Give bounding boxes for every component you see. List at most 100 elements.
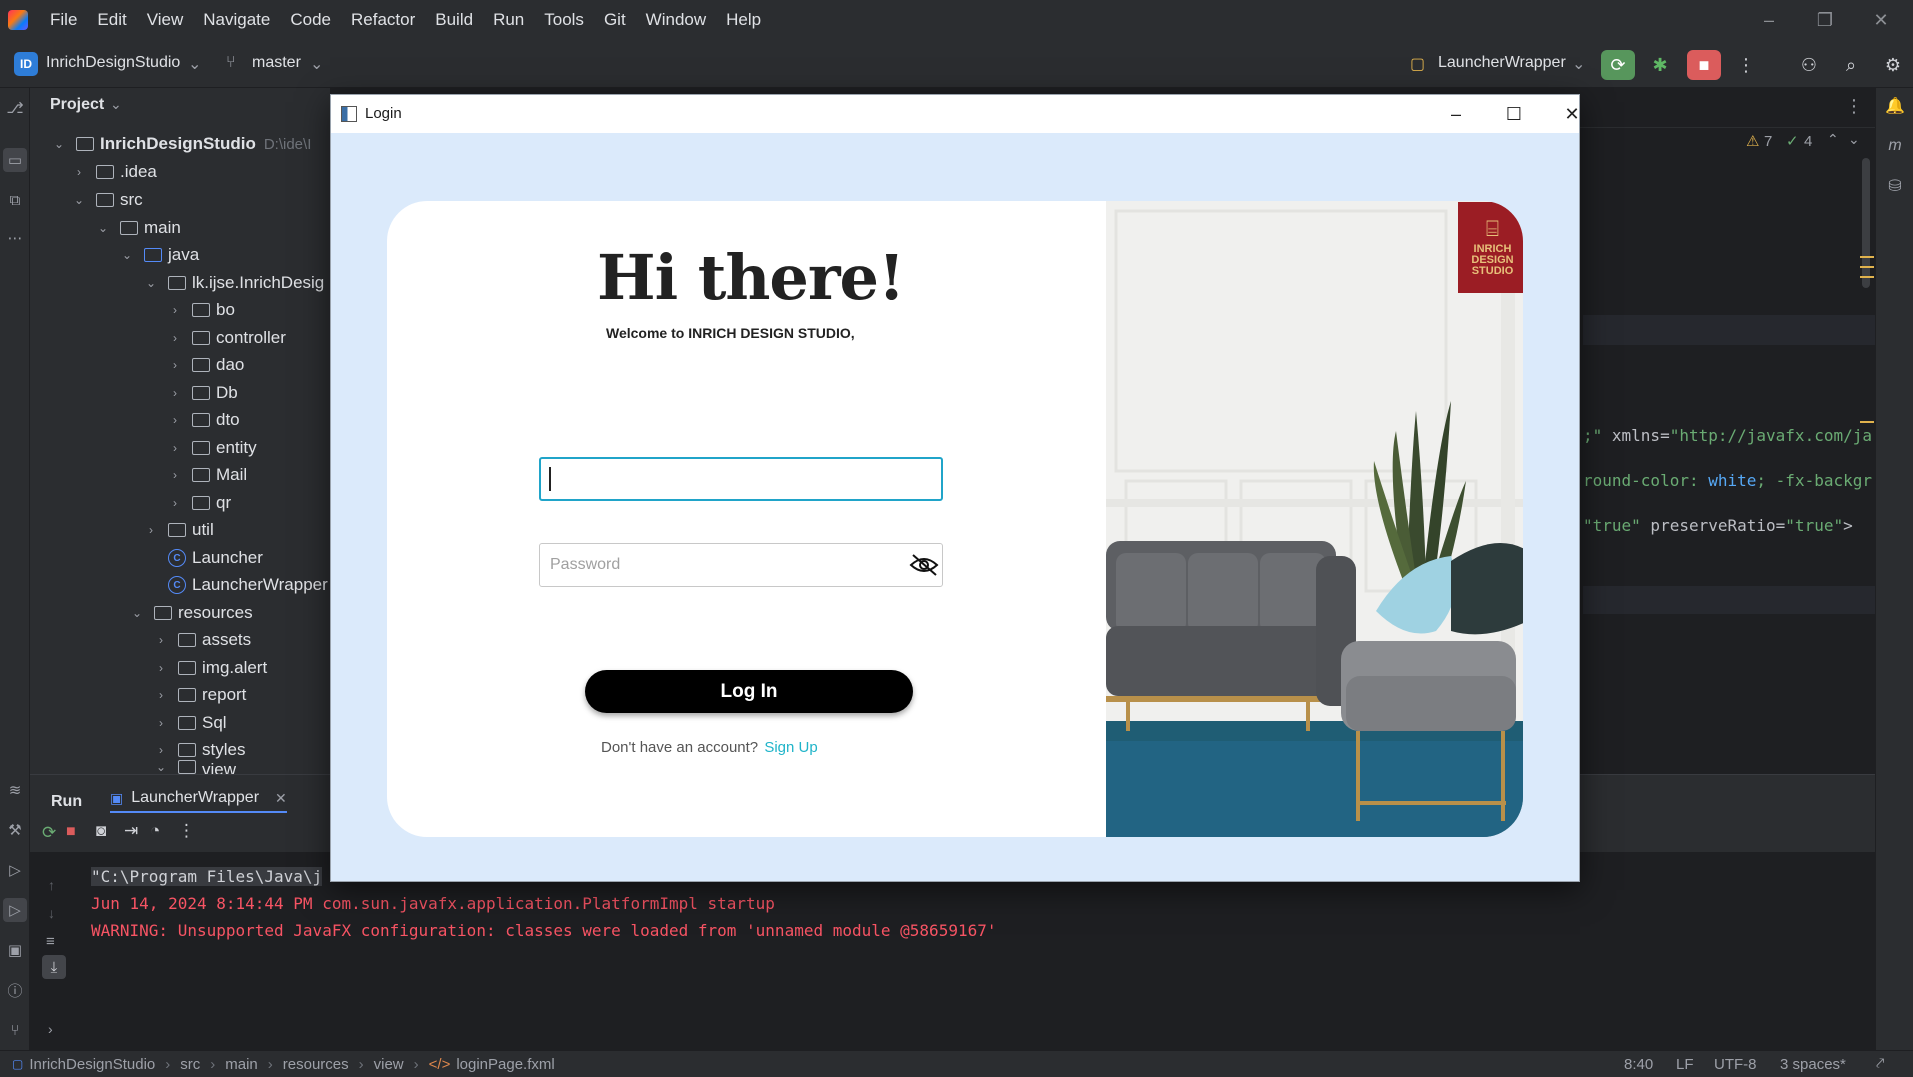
tree-item-util[interactable]: › util — [144, 517, 214, 543]
prev-highlight-icon[interactable]: ⌃ — [1827, 131, 1839, 148]
run-panel-title[interactable]: Run — [51, 793, 82, 811]
chevron-down-icon[interactable]: ⌄ — [96, 221, 110, 235]
more-tools-icon[interactable]: ⋯ — [3, 226, 27, 250]
chevron-right-icon[interactable]: › — [168, 496, 182, 510]
menu-git[interactable]: Git — [604, 10, 626, 30]
stop-icon[interactable]: ■ — [66, 823, 76, 841]
breadcrumb-item[interactable]: src — [180, 1056, 200, 1073]
breadcrumb-item[interactable]: resources — [283, 1056, 349, 1073]
warning-icon[interactable]: ⚠ — [1746, 132, 1759, 150]
tree-item-entity[interactable]: › entity — [168, 435, 257, 461]
project-view-chevron-icon[interactable]: ⌄ — [110, 96, 122, 113]
chevron-right-icon[interactable]: › — [168, 358, 182, 372]
login-button[interactable]: Log In — [585, 670, 913, 713]
run-config-tab[interactable]: ▣ LauncherWrapper ✕ — [110, 785, 287, 813]
caret-position[interactable]: 8:40 — [1624, 1056, 1653, 1073]
tree-item-db[interactable]: › Db — [168, 380, 238, 406]
breadcrumb-item[interactable]: main — [225, 1056, 258, 1073]
tree-item-launcherwrapper[interactable]: C LauncherWrapper — [168, 572, 328, 598]
settings-gear-icon[interactable]: ⚙ — [1876, 50, 1910, 80]
build-hammer-icon[interactable]: ⚒ — [3, 818, 27, 842]
chevron-right-icon[interactable]: › — [154, 633, 168, 647]
breadcrumb-item[interactable]: InrichDesignStudio — [29, 1056, 155, 1073]
signup-link[interactable]: Sign Up — [764, 739, 817, 756]
scroll-up-icon[interactable]: ↑ — [48, 877, 55, 893]
breadcrumb-item[interactable]: loginPage.fxml — [456, 1056, 554, 1073]
eye-off-icon[interactable] — [909, 553, 939, 577]
project-selector[interactable]: InrichDesignStudio — [46, 54, 180, 72]
more-icon[interactable]: ⋮ — [178, 821, 195, 841]
rerun-icon[interactable]: ⟳ — [42, 823, 56, 843]
close-tab-icon[interactable]: ✕ — [275, 790, 287, 807]
chevron-right-icon[interactable]: › — [154, 661, 168, 675]
chevron-right-icon[interactable]: › — [168, 386, 182, 400]
tree-item-src[interactable]: ⌄ src — [72, 187, 143, 213]
menu-file[interactable]: File — [50, 10, 77, 30]
structure-icon[interactable]: ⧉ — [3, 188, 27, 212]
tree-item-sql[interactable]: › Sql — [154, 710, 227, 736]
restore-ide-button[interactable]: ❐ — [1797, 0, 1853, 40]
tree-item-launcher[interactable]: C Launcher — [168, 545, 263, 571]
menu-edit[interactable]: Edit — [97, 10, 126, 30]
chevron-right-icon[interactable]: › — [154, 688, 168, 702]
debug-button[interactable]: ✱ — [1643, 50, 1677, 80]
maximize-login-button[interactable]: ☐ — [1491, 95, 1537, 133]
menu-refactor[interactable]: Refactor — [351, 10, 415, 30]
minimize-login-button[interactable]: – — [1433, 95, 1479, 133]
chevron-down-icon[interactable]: ⌄ — [120, 248, 134, 262]
services-icon[interactable]: ▷ — [3, 858, 27, 882]
check-icon[interactable]: ✓ — [1786, 132, 1799, 150]
chevron-right-icon[interactable]: › — [168, 331, 182, 345]
menu-navigate[interactable]: Navigate — [203, 10, 270, 30]
project-folder-icon[interactable]: ▭ — [3, 148, 27, 172]
warning-marker[interactable] — [1860, 421, 1874, 423]
profiler-icon[interactable]: ◔ — [150, 821, 160, 841]
minimize-ide-button[interactable]: – — [1741, 0, 1797, 40]
lock-icon[interactable]: ⤤ — [1876, 1055, 1884, 1072]
notifications-bell-icon[interactable]: 🔔 — [1883, 94, 1907, 118]
menu-tools[interactable]: Tools — [544, 10, 584, 30]
warning-marker[interactable] — [1860, 276, 1874, 278]
search-icon[interactable]: ⌕ — [1834, 50, 1868, 80]
tree-item-bo[interactable]: › bo — [168, 297, 235, 323]
editor-options-icon[interactable]: ⋮ — [1845, 96, 1863, 117]
menu-run[interactable]: Run — [493, 10, 524, 30]
add-user-icon[interactable]: ⚇ — [1792, 50, 1826, 80]
breadcrumb-item[interactable]: view — [374, 1056, 404, 1073]
tree-item-controller[interactable]: › controller — [168, 325, 286, 351]
maven-icon[interactable]: m — [1883, 134, 1907, 158]
scroll-to-end-icon[interactable]: ⤓ — [42, 955, 66, 979]
chevron-right-icon[interactable]: › — [154, 716, 168, 730]
tree-item-java[interactable]: ⌄ java — [120, 242, 199, 268]
run-config-chevron-icon[interactable]: ⌄ — [1572, 54, 1585, 74]
tree-item-resources[interactable]: ⌄ resources — [130, 600, 253, 626]
menu-window[interactable]: Window — [646, 10, 706, 30]
camera-icon[interactable]: ◙ — [96, 821, 106, 841]
chevron-down-icon[interactable]: ⌄ — [144, 276, 158, 290]
run-config-selector[interactable]: LauncherWrapper — [1438, 54, 1566, 72]
tree-item-qr[interactable]: › qr — [168, 490, 231, 516]
scroll-down-icon[interactable]: ↓ — [48, 905, 55, 921]
tree-item-mail[interactable]: › Mail — [168, 462, 247, 488]
expand-icon[interactable]: › — [48, 1021, 53, 1037]
username-field[interactable] — [539, 457, 943, 501]
more-actions-icon[interactable]: ⋮ — [1729, 50, 1763, 80]
git-icon[interactable]: ⑂ — [3, 1018, 27, 1042]
editor-scrollbar[interactable] — [1862, 158, 1870, 288]
terminal-icon[interactable]: ▣ — [3, 938, 27, 962]
tree-item-view[interactable]: ⌄ view — [154, 760, 236, 774]
indent-setting[interactable]: 3 spaces* — [1780, 1056, 1846, 1073]
soft-wrap-icon[interactable]: ≡ — [46, 933, 55, 950]
tree-item-img-alert[interactable]: › img.alert — [154, 655, 267, 681]
chevron-down-icon[interactable]: ⌄ — [154, 760, 168, 774]
tree-item-idea[interactable]: › .idea — [72, 159, 157, 185]
chevron-down-icon[interactable]: ⌄ — [130, 606, 144, 620]
chevron-right-icon[interactable]: › — [168, 468, 182, 482]
tree-item-dao[interactable]: › dao — [168, 352, 244, 378]
next-highlight-icon[interactable]: ⌄ — [1848, 131, 1860, 148]
exit-icon[interactable]: ⇥ — [124, 821, 138, 841]
tree-item-dto[interactable]: › dto — [168, 407, 240, 433]
stop-button[interactable]: ■ — [1687, 50, 1721, 80]
chevron-right-icon[interactable]: › — [168, 303, 182, 317]
menu-code[interactable]: Code — [290, 10, 331, 30]
